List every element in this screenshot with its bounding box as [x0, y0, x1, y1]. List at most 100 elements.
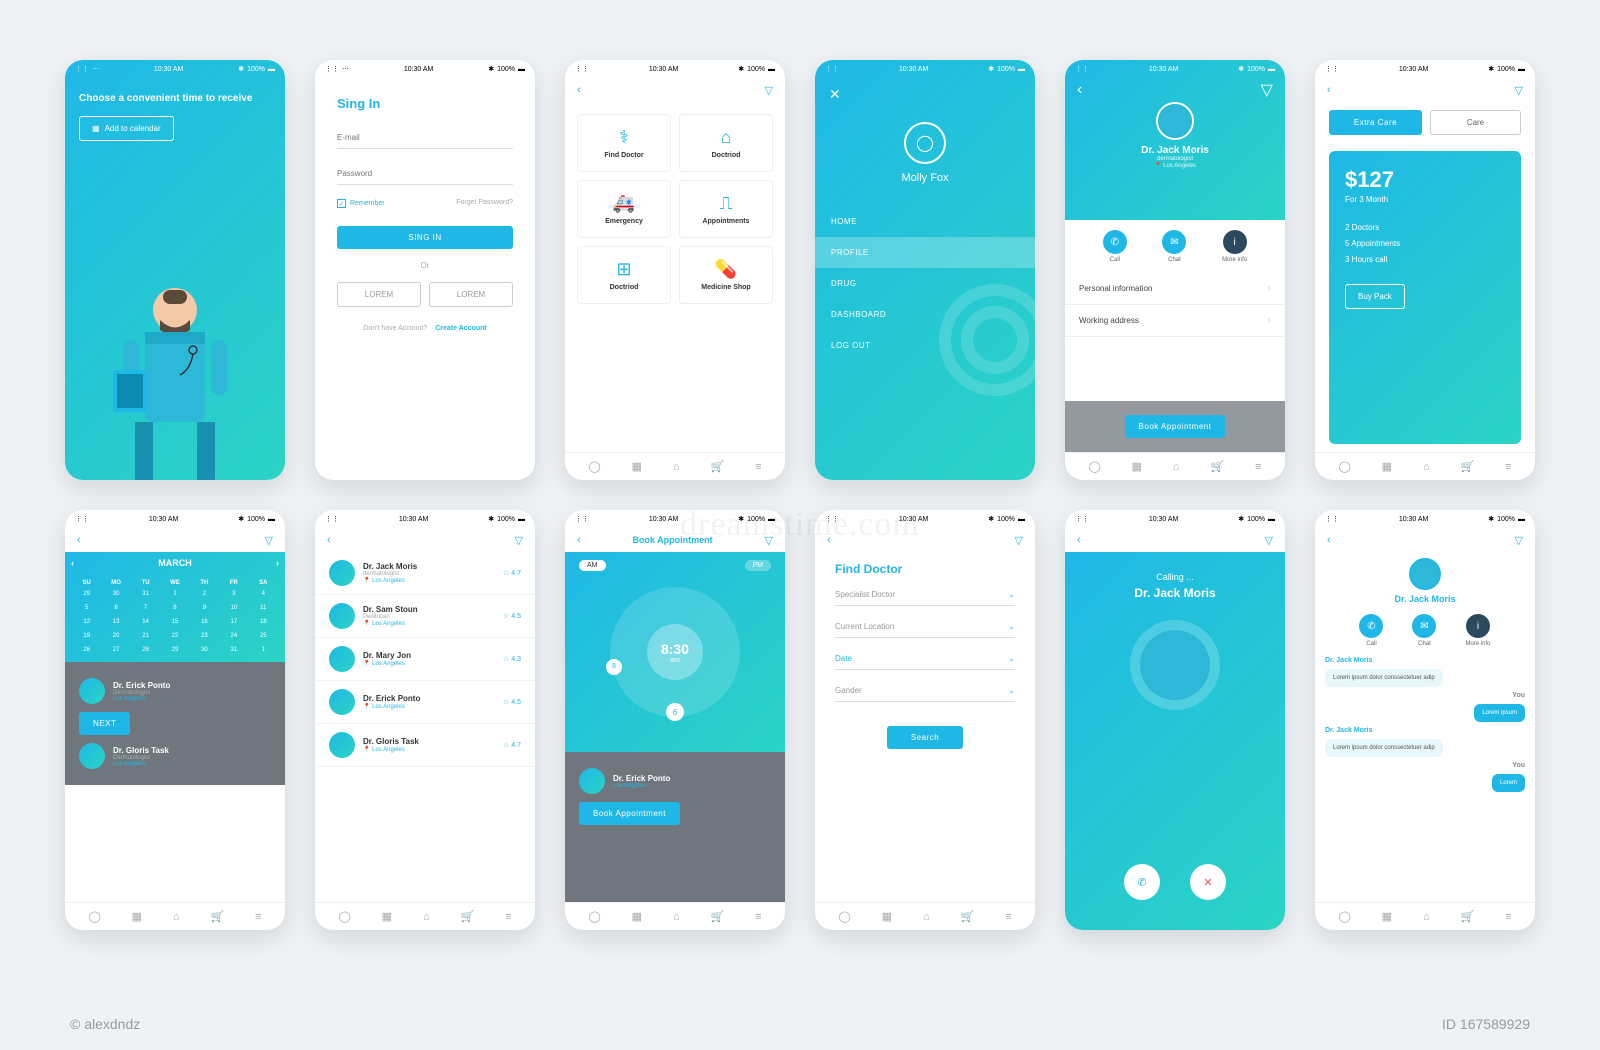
- calling-avatar: [1140, 630, 1210, 700]
- address-row[interactable]: Working address›: [1065, 305, 1285, 337]
- time-picker-screen: ⋮⋮10:30 AM✱100%▬ ‹Book Appointment▽ AM P…: [565, 510, 785, 930]
- status-bar: ⋮⋮⋯ 10:30 AM ✱100%▬: [65, 60, 285, 78]
- remember-checkbox[interactable]: ✓Remember: [337, 199, 385, 208]
- calendar-screen: ⋮⋮10:30 AM✱100%▬ ‹▽ ‹MARCH› SUMOTUWETHFR…: [65, 510, 285, 930]
- nav-grid-icon[interactable]: ▦: [632, 460, 642, 473]
- filter-icon[interactable]: ▽: [1261, 80, 1273, 100]
- accept-call-button[interactable]: ✆: [1124, 864, 1160, 900]
- calendar-icon: ▦: [92, 124, 100, 133]
- doctor-avatar: [329, 646, 355, 672]
- alt-login-1[interactable]: LOREM: [337, 282, 421, 307]
- doctor-avatar: [329, 689, 355, 715]
- doctor-name: Dr. Jack Moris: [1065, 145, 1285, 156]
- rating: ☆ 4.5: [503, 612, 521, 620]
- forgot-link[interactable]: Forget Password?: [456, 199, 513, 208]
- nav-menu-icon[interactable]: ≡: [755, 461, 761, 473]
- next-button[interactable]: NEXT: [79, 712, 130, 735]
- call-action[interactable]: ✆Call: [1103, 230, 1127, 263]
- signin-title: Sing In: [337, 96, 513, 111]
- chat-call[interactable]: ✆Call: [1359, 614, 1383, 647]
- calendar-grid[interactable]: SUMOTUWETHFRSA 2930311234 567891011 1213…: [65, 574, 285, 662]
- chat-message: Lorem ipsum: [1474, 704, 1525, 722]
- filter-icon[interactable]: ▽: [1515, 84, 1523, 97]
- create-account-link[interactable]: Create Account: [435, 325, 486, 332]
- welcome-heading: Choose a convenient time to receive: [79, 92, 271, 106]
- nav-user-icon[interactable]: ◯: [588, 460, 600, 473]
- tile-appointments[interactable]: ⎍Appointments: [679, 180, 773, 238]
- signal-icon: ⋮⋮: [75, 65, 89, 73]
- buy-pack-button[interactable]: Buy Pack: [1345, 284, 1405, 309]
- side-menu-screen: ⋮⋮10:30 AM✱100%▬ ✕ ◯ Molly Fox HOME PROF…: [815, 60, 1035, 480]
- clock-face[interactable]: 8:30 am 6 8: [610, 587, 740, 717]
- nav-cart-icon[interactable]: 🛒: [710, 460, 724, 473]
- rating: ☆ 4.7: [503, 569, 521, 577]
- bottom-nav: ◯ ▦ ⌂ 🛒 ≡: [565, 452, 785, 480]
- doctor-row[interactable]: Dr. Erick Ponto📍 Los Angeles ☆ 4.5: [315, 681, 535, 724]
- watermark-id: ID 167589929: [1442, 1016, 1530, 1032]
- close-icon[interactable]: ✕: [829, 86, 841, 102]
- tile-doctriod[interactable]: ⌂Doctriod: [679, 114, 773, 172]
- doctor-list-screen: ⋮⋮10:30 AM✱100%▬ ‹▽ Dr. Jack Morisdermat…: [315, 510, 535, 930]
- profile-name: Molly Fox: [825, 172, 1025, 184]
- rating: ☆ 4.5: [503, 698, 521, 706]
- chat-info[interactable]: iMore info: [1465, 614, 1490, 647]
- pricing-screen: ⋮⋮10:30 AM✱100%▬ ‹▽ Extra Care Care $127…: [1315, 60, 1535, 480]
- chat-msg[interactable]: ✉Chat: [1412, 614, 1436, 647]
- welcome-screen: ⋮⋮⋯ 10:30 AM ✱100%▬ Choose a convenient …: [65, 60, 285, 480]
- watermark-author: © alexdndz: [70, 1016, 140, 1032]
- chat-screen: ⋮⋮10:30 AM✱100%▬ ‹▽ Dr. Jack Moris ✆Call…: [1315, 510, 1535, 930]
- tile-medicine[interactable]: 💊Medicine Shop: [679, 246, 773, 304]
- specialist-select[interactable]: Specialist Doctor⌄: [835, 590, 1015, 606]
- tile-emergency[interactable]: 🚑Emergency: [577, 180, 671, 238]
- nav-home-icon[interactable]: ⌂: [673, 461, 680, 473]
- prev-month[interactable]: ‹: [71, 558, 74, 568]
- password-input[interactable]: [337, 163, 513, 185]
- doctor-row[interactable]: Dr. Gloris Task📍 Los Angeles ☆ 4.7: [315, 724, 535, 767]
- tab-extra-care[interactable]: Extra Care: [1329, 110, 1422, 135]
- search-button[interactable]: Search: [887, 726, 963, 749]
- date-select[interactable]: Date⌄: [835, 654, 1015, 670]
- next-month[interactable]: ›: [276, 558, 279, 568]
- rating: ☆ 4.7: [503, 741, 521, 749]
- pm-toggle[interactable]: PM: [745, 560, 772, 571]
- doctor-row[interactable]: Dr. Jack Morisdermatologist📍 Los Angeles…: [315, 552, 535, 595]
- tile-doctriod-2[interactable]: ⊞Doctriod: [577, 246, 671, 304]
- add-calendar-button[interactable]: ▦ Add to calendar: [79, 116, 174, 141]
- info-action[interactable]: iMore info: [1222, 230, 1247, 263]
- back-icon[interactable]: ‹: [1077, 81, 1082, 99]
- doctor-avatar: [329, 732, 355, 758]
- email-input[interactable]: [337, 127, 513, 149]
- personal-info-row[interactable]: Personal information›: [1065, 273, 1285, 305]
- back-icon[interactable]: ‹: [577, 84, 581, 96]
- rating: ☆ 4.3: [503, 655, 521, 663]
- home-grid-screen: ⋮⋮10:30 AM✱100%▬ ‹▽ ⚕Find Doctor ⌂Doctri…: [565, 60, 785, 480]
- filter-icon[interactable]: ▽: [765, 84, 773, 97]
- doctor-avatar: [329, 560, 355, 586]
- tile-find-doctor[interactable]: ⚕Find Doctor: [577, 114, 671, 172]
- menu-profile[interactable]: PROFILE: [815, 237, 1035, 268]
- menu-home[interactable]: HOME: [815, 206, 1035, 237]
- status-time: 10:30 AM: [154, 66, 184, 73]
- tab-care[interactable]: Care: [1430, 110, 1521, 135]
- decline-call-button[interactable]: ✕: [1190, 864, 1226, 900]
- chat-action[interactable]: ✉Chat: [1162, 230, 1186, 263]
- doctor-illustration: [105, 270, 245, 480]
- book-button[interactable]: Book Appointment: [579, 802, 680, 825]
- profile-avatar[interactable]: ◯: [904, 122, 946, 164]
- back-icon[interactable]: ‹: [1327, 84, 1331, 96]
- doctor-avatar: [1156, 102, 1194, 140]
- book-appointment-button[interactable]: Book Appointment: [1125, 415, 1226, 438]
- location-select[interactable]: Current Location⌄: [835, 622, 1015, 638]
- am-toggle[interactable]: AM: [579, 560, 606, 571]
- find-title: Find Doctor: [835, 562, 1015, 576]
- alt-login-2[interactable]: LOREM: [429, 282, 513, 307]
- doctor-row[interactable]: Dr. Mary Jon📍 Los Angeles ☆ 4.3: [315, 638, 535, 681]
- gender-select[interactable]: Gander⌄: [835, 686, 1015, 702]
- signin-screen: ⋮⋮⋯ 10:30 AM ✱100%▬ Sing In ✓Remember Fo…: [315, 60, 535, 480]
- battery-icon: ▬: [268, 66, 275, 73]
- signin-button[interactable]: SING IN: [337, 226, 513, 249]
- chat-avatar: [1409, 558, 1441, 590]
- chat-message: Lorem: [1492, 774, 1525, 792]
- doctor-row[interactable]: Dr. Sam StounPeditrican📍 Los Angeles ☆ 4…: [315, 595, 535, 638]
- bg-circles-icon: [925, 270, 1035, 410]
